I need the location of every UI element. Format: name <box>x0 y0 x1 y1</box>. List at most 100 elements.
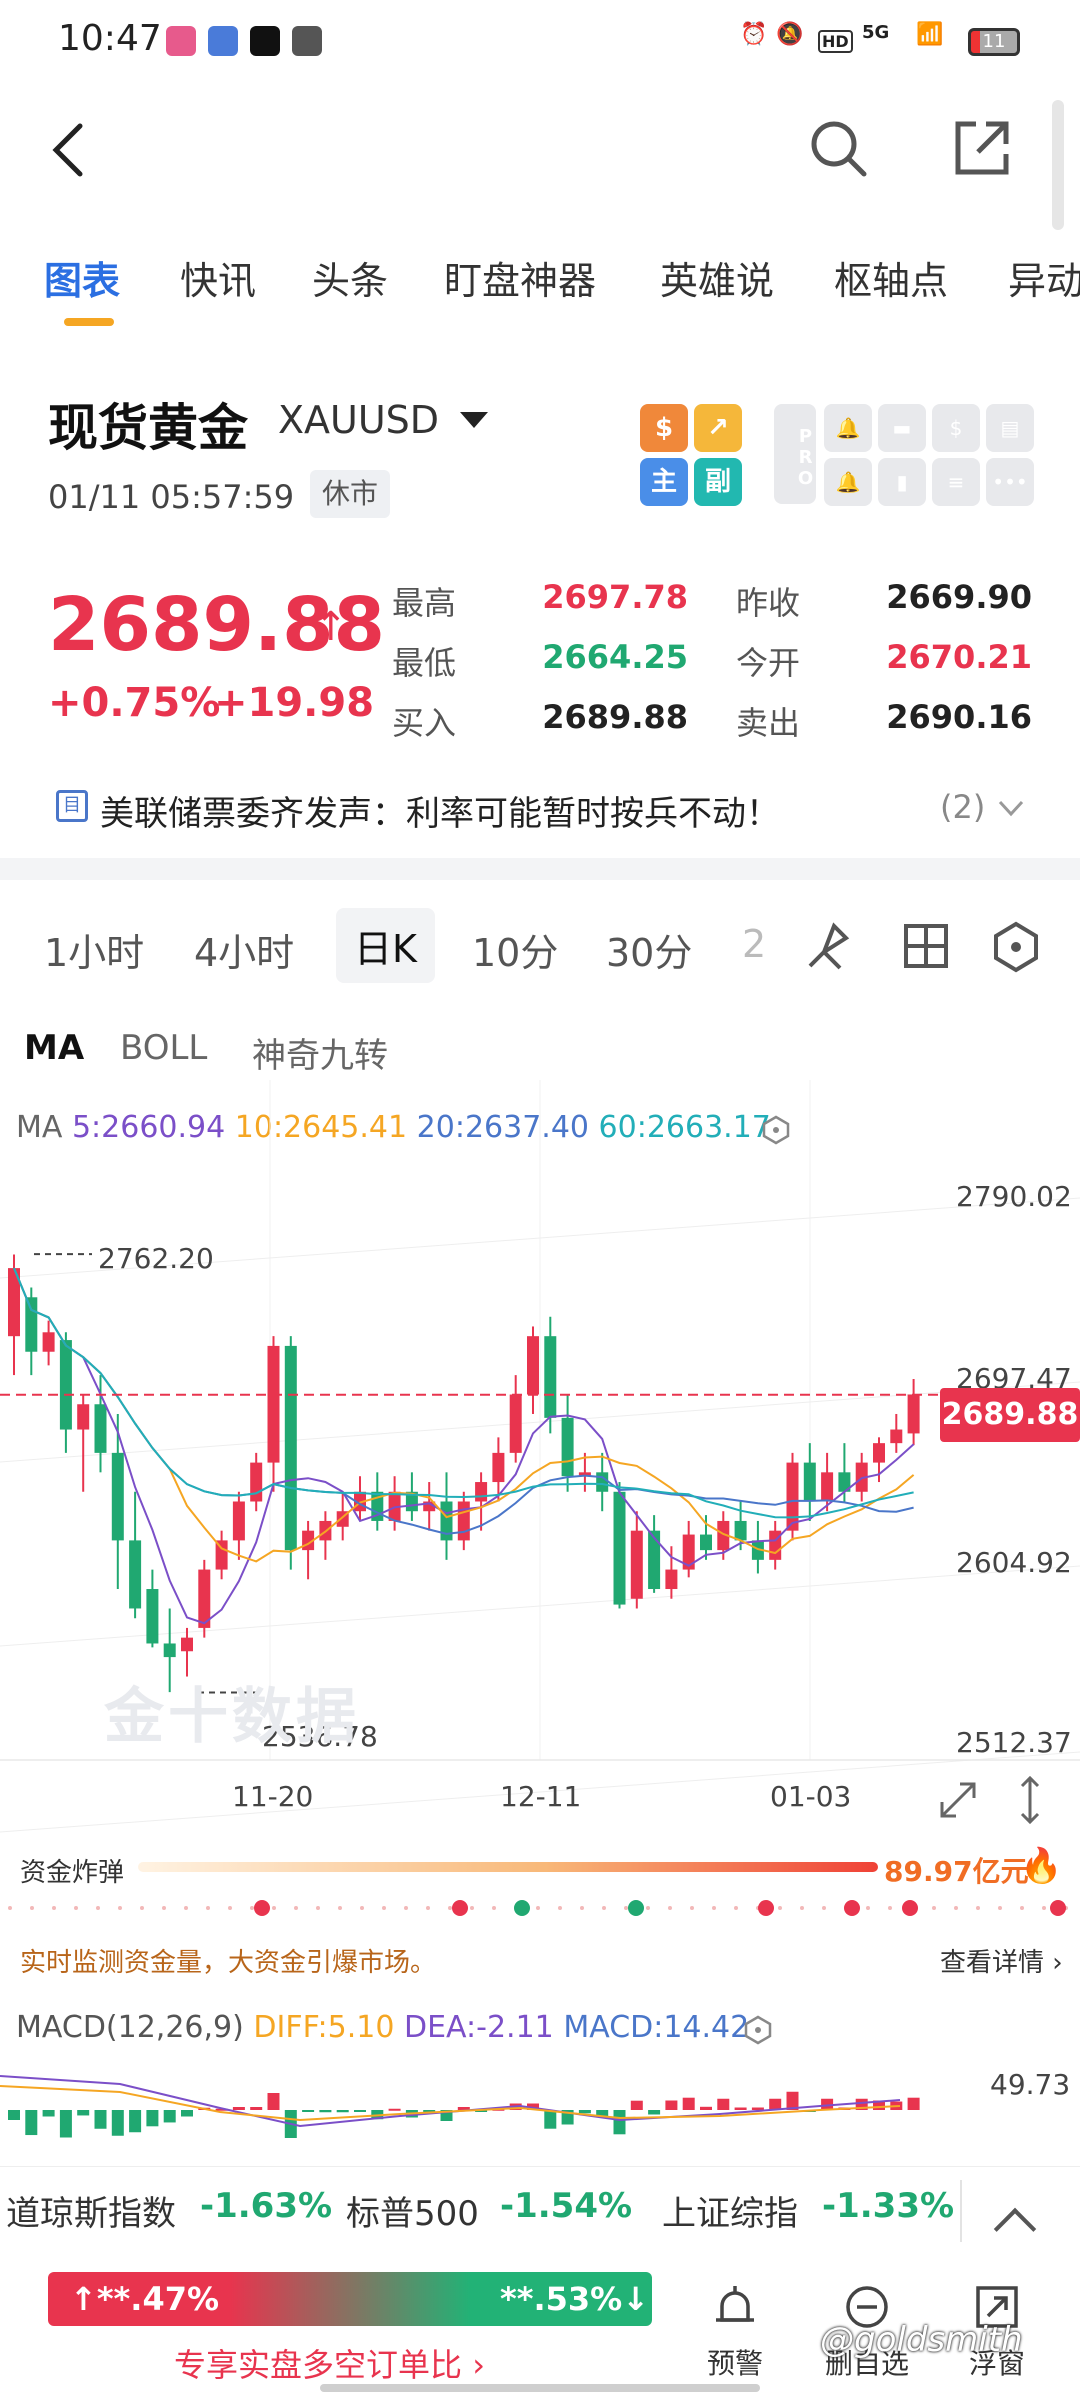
capital-flow-dots <box>8 1900 1068 1916</box>
hd-icon: HD <box>818 30 853 53</box>
share-icon[interactable] <box>950 116 1014 180</box>
flow-dot <box>1042 1906 1046 1910</box>
tab-pivot-points[interactable]: 枢轴点 <box>834 250 948 305</box>
tab-flash-news[interactable]: 快讯 <box>180 250 256 305</box>
macd-bar <box>630 2100 643 2110</box>
macd-chart[interactable] <box>0 2056 1080 2164</box>
alarm-label[interactable]: 预警 <box>680 2342 790 2382</box>
more-icon[interactable]: ••• <box>986 458 1034 506</box>
news-count[interactable]: (2) <box>940 788 985 826</box>
flow-dot <box>294 1906 298 1910</box>
candle-body <box>111 1452 124 1541</box>
flow-dot <box>580 1906 584 1910</box>
ticker-name[interactable]: 道琼斯指数 <box>6 2186 176 2235</box>
period-more[interactable]: 2 <box>742 922 766 966</box>
candle-body <box>232 1501 245 1541</box>
pro-badge[interactable]: PRO <box>774 404 816 504</box>
long-ratio-value: **.47% <box>96 2280 220 2318</box>
indicator-tab-boll[interactable]: BOLL <box>120 1028 207 1068</box>
ticker-name[interactable]: 标普500 <box>346 2186 479 2235</box>
instrument-symbol[interactable]: XAUUSD <box>278 398 439 442</box>
sub-indicator-icon[interactable]: 副 <box>694 458 742 506</box>
app-notification-icon <box>208 26 238 56</box>
macd-bar <box>578 2110 591 2114</box>
flow-dot <box>822 1906 826 1910</box>
long-short-promo-link[interactable]: 专享实盘多空订单比 › <box>174 2340 485 2386</box>
bar-chart-icon[interactable]: ▮ <box>878 458 926 506</box>
period-10m[interactable]: 10分 <box>472 922 558 977</box>
notify-icon[interactable]: 🔔 <box>824 458 872 506</box>
stat-high-label: 最高 <box>392 584 457 622</box>
stat-open-value: 2670.21 <box>886 638 1032 676</box>
long-ratio: ↑**.47% <box>70 2280 220 2318</box>
tab-headlines[interactable]: 头条 <box>312 250 388 305</box>
macd-bar <box>232 2107 245 2110</box>
macd-bar <box>682 2097 695 2110</box>
flow-dot <box>228 1906 232 1910</box>
flow-dot <box>734 1906 738 1910</box>
ticker-value: -1.54% <box>500 2186 633 2226</box>
flow-dot <box>8 1906 12 1910</box>
macd-bar <box>717 2098 730 2110</box>
vertical-resize-icon[interactable] <box>1010 1774 1050 1826</box>
flow-dot <box>250 1906 254 1910</box>
wifi-icon: 📶 <box>916 22 944 47</box>
macd-bar <box>163 2110 176 2123</box>
flow-dot <box>558 1906 562 1910</box>
indicator-tab-ma[interactable]: MA <box>24 1028 84 1068</box>
indicator-tab-nine-turn[interactable]: 神奇九转 <box>252 1028 388 1077</box>
news-headline[interactable]: 美联储票委齐发声：利率可能暂时按兵不动！ <box>100 786 780 835</box>
chart-card-icon[interactable]: ▤ <box>986 404 1034 452</box>
symbol-dropdown-icon[interactable] <box>460 412 488 428</box>
x-axis-label: 01-03 <box>770 1780 852 1813</box>
dollar-icon[interactable]: $ <box>640 404 688 452</box>
status-bar: 10:47 ⏰ 🔕 HD 5G 📶 11 <box>0 0 1080 80</box>
period-1h[interactable]: 1小时 <box>44 922 144 977</box>
macd-bar <box>319 2110 332 2113</box>
ticker-name[interactable]: 上证综指 <box>662 2186 798 2235</box>
draw-tool-icon[interactable] <box>800 916 852 976</box>
macd-dea: DEA:-2.11 <box>403 2010 554 2045</box>
layout-icon[interactable]: ▬ <box>878 404 926 452</box>
expand-icon[interactable] <box>934 1776 982 1824</box>
tab-chart[interactable]: 图表 <box>44 250 120 305</box>
flow-dot <box>1020 1906 1024 1910</box>
capital-bomb-description: 实时监测资金量，大资金引爆市场。 <box>20 1948 437 1978</box>
list-icon[interactable]: ≡ <box>932 458 980 506</box>
dollar-circle-icon[interactable]: $ <box>932 404 980 452</box>
chart-watermark: 金十数据 <box>104 1682 360 1752</box>
stat-prev-close-label: 昨收 <box>736 584 801 622</box>
settings-hex-icon[interactable] <box>990 916 1042 976</box>
tab-market-watch[interactable]: 盯盘神器 <box>444 250 596 305</box>
trend-line-icon[interactable]: ↗ <box>694 404 742 452</box>
chevron-down-icon[interactable] <box>996 796 1026 820</box>
battery-icon: 11 <box>968 28 1020 56</box>
search-icon[interactable] <box>806 116 870 180</box>
period-daily[interactable]: 日K <box>336 908 435 983</box>
flow-dot <box>118 1906 122 1910</box>
alarm-icon[interactable] <box>710 2282 760 2332</box>
stat-low-label: 最低 <box>392 644 457 682</box>
alert-bell-icon[interactable]: 🔔 <box>824 404 872 452</box>
main-indicator-icon[interactable]: 主 <box>640 458 688 506</box>
flow-dot <box>976 1906 980 1910</box>
tab-hero-talk[interactable]: 英雄说 <box>660 250 774 305</box>
flow-event-dot <box>758 1900 774 1916</box>
candle-body <box>129 1540 142 1609</box>
candle-body <box>42 1332 55 1352</box>
macd-settings-icon[interactable] <box>742 2014 774 2046</box>
back-arrow-icon[interactable] <box>46 118 90 182</box>
grid-layout-icon[interactable] <box>900 916 952 976</box>
period-4h[interactable]: 4小时 <box>194 922 294 977</box>
active-tab-indicator <box>64 318 114 326</box>
candle-body <box>94 1404 107 1453</box>
x-axis-label: 11-20 <box>232 1780 314 1813</box>
home-indicator[interactable] <box>320 2384 760 2392</box>
tab-anomaly[interactable]: 异动 <box>1008 250 1080 305</box>
flow-dot <box>206 1906 210 1910</box>
candle-body <box>163 1643 176 1658</box>
period-30m[interactable]: 30分 <box>606 922 692 977</box>
flow-dot <box>30 1906 34 1910</box>
capital-bomb-details-link[interactable]: 查看详情 › <box>940 1942 1063 1979</box>
flow-dot <box>448 1906 452 1910</box>
